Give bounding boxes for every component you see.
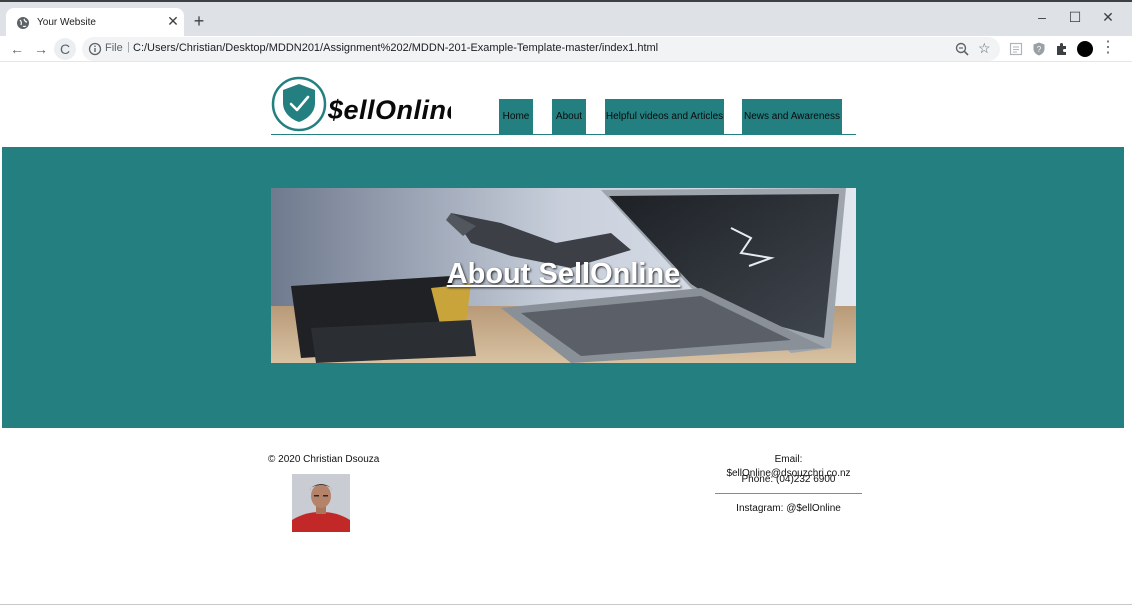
- back-button[interactable]: ←: [6, 38, 28, 60]
- site-logo[interactable]: $ellOnline: [271, 74, 462, 132]
- nav-news-awareness[interactable]: News and Awareness: [742, 99, 842, 134]
- scheme-label: File: [105, 42, 123, 54]
- reload-button[interactable]: C: [54, 38, 76, 60]
- puzzle-icon[interactable]: [1054, 41, 1070, 57]
- hero-section: About SellOnline: [2, 147, 1124, 428]
- browser-tab[interactable]: Your Website ✕: [6, 8, 184, 38]
- minimize-button[interactable]: –: [1026, 6, 1058, 28]
- logo-text: $ellOnline: [327, 95, 451, 125]
- nav-helpful-videos[interactable]: Helpful videos and Articles: [605, 99, 724, 134]
- shield-extension-icon[interactable]: ?: [1031, 41, 1047, 57]
- close-window-button[interactable]: ✕: [1092, 6, 1124, 28]
- browser-toolbar: ← → C File | C:/Users/Christian/Desktop/…: [0, 36, 1132, 62]
- url-text[interactable]: C:/Users/Christian/Desktop/MDDN201/Assig…: [133, 42, 658, 54]
- profile-avatar-icon[interactable]: [1077, 41, 1093, 57]
- hero-image: About SellOnline: [271, 188, 856, 363]
- reader-icon[interactable]: [1008, 41, 1024, 57]
- new-tab-button[interactable]: +: [190, 12, 208, 30]
- hero-title: About SellOnline: [446, 258, 681, 290]
- zoom-icon[interactable]: [954, 41, 970, 57]
- globe-icon: [17, 17, 29, 29]
- tab-strip: Your Website ✕ + – ☐ ✕: [0, 0, 1132, 38]
- footer-contact: Email: $ellOnline@dsouzchri.co.nz Phone:…: [715, 453, 862, 522]
- address-separator: |: [127, 41, 130, 53]
- forward-button[interactable]: →: [30, 38, 52, 60]
- author-photo: [292, 474, 350, 532]
- nav-about[interactable]: About: [552, 99, 586, 134]
- tab-close-icon[interactable]: ✕: [166, 14, 180, 28]
- nav-home[interactable]: Home: [499, 99, 533, 134]
- footer-instagram[interactable]: Instagram: @$ellOnline: [715, 502, 862, 522]
- svg-text:?: ?: [1037, 45, 1042, 54]
- info-icon[interactable]: [88, 42, 102, 56]
- maximize-button[interactable]: ☐: [1059, 6, 1091, 28]
- address-bar[interactable]: File | C:/Users/Christian/Desktop/MDDN20…: [82, 37, 1000, 61]
- footer-divider: [715, 493, 862, 494]
- footer-copyright: © 2020 Christian Dsouza: [268, 454, 380, 465]
- site-header: $ellOnline Home About Helpful videos and…: [271, 72, 856, 135]
- menu-icon[interactable]: ⋮: [1100, 39, 1116, 57]
- star-icon[interactable]: ☆: [978, 40, 991, 56]
- tab-title: Your Website: [37, 17, 96, 28]
- window-bottom-edge: [0, 604, 1132, 610]
- footer-email[interactable]: Email: $ellOnline@dsouzchri.co.nz: [715, 453, 862, 479]
- shield-check-icon: $ellOnline: [271, 76, 462, 132]
